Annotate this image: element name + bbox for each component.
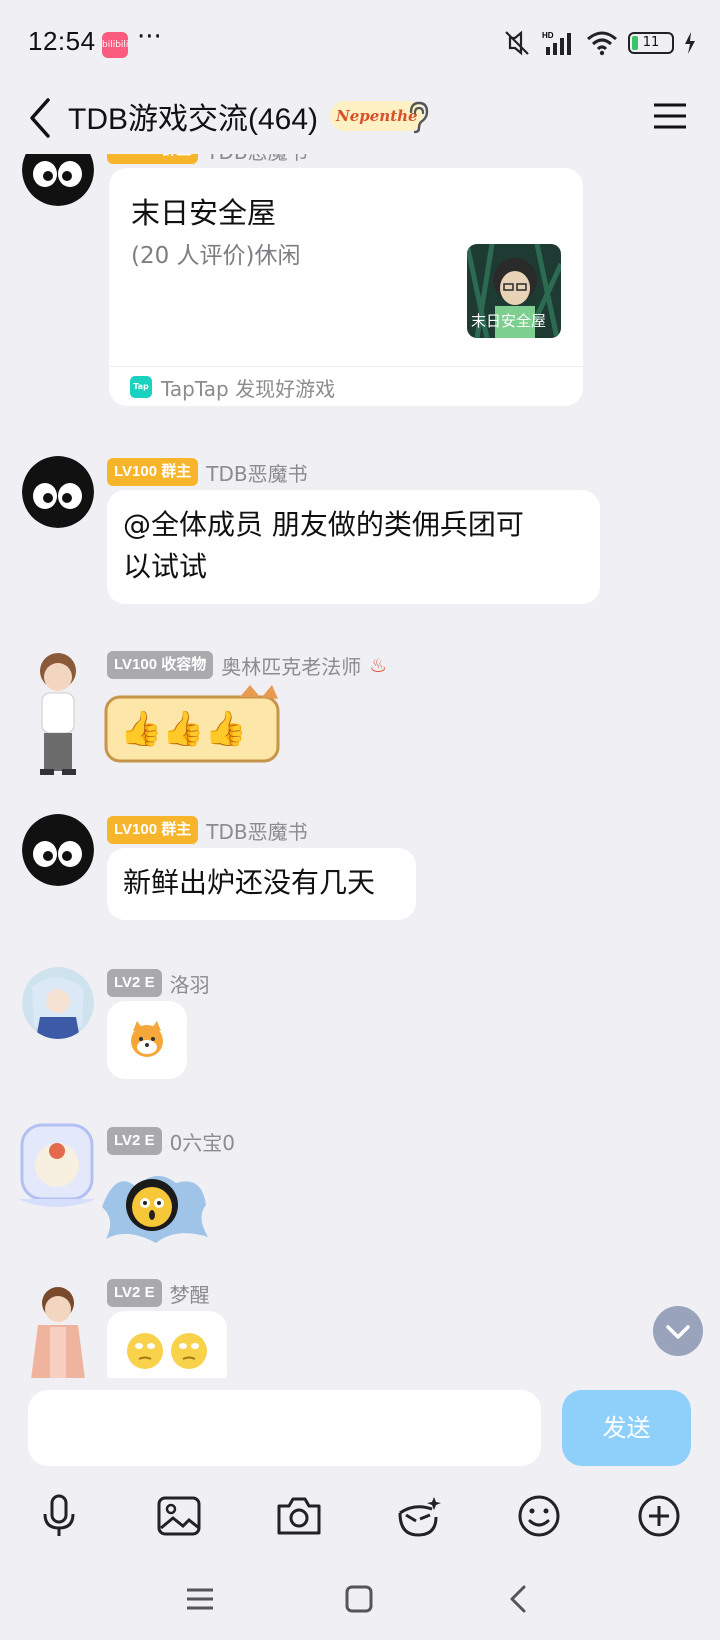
avatar-olympic[interactable]	[22, 649, 94, 779]
sender-name[interactable]: 奥林匹克老法师	[221, 651, 361, 680]
svg-text:末日安全屋: 末日安全屋	[471, 312, 546, 330]
more-button[interactable]	[629, 1486, 689, 1546]
level-badge: LV2 E	[107, 1279, 162, 1307]
menu-lines-icon	[187, 1588, 213, 1610]
owl-icon	[22, 154, 94, 206]
dog-emoji-icon	[131, 1021, 163, 1057]
message-meta: LV2 E 0六宝0	[107, 1127, 235, 1155]
system-nav-bar	[0, 1560, 720, 1640]
card-footer: Tap TapTap 发现好游戏	[109, 366, 583, 406]
ear-icon[interactable]	[406, 100, 430, 134]
status-icons: HD 11	[502, 30, 696, 56]
card-title: 末日安全屋	[131, 196, 277, 230]
wifi-icon	[587, 31, 617, 56]
message-input[interactable]	[28, 1390, 541, 1466]
level-badge: LV2 E	[107, 969, 162, 997]
home-button[interactable]	[334, 1574, 384, 1624]
anime-avatar-icon	[22, 967, 94, 1039]
image-icon	[157, 1496, 201, 1536]
camera-icon	[277, 1497, 321, 1535]
owl-icon	[22, 456, 94, 528]
status-time: 12:54	[28, 26, 96, 56]
input-toolbar	[0, 1480, 720, 1550]
sender-name[interactable]: 洛羽	[170, 969, 210, 998]
send-button[interactable]: 发送	[562, 1390, 691, 1466]
group-title[interactable]: TDB游戏交流(464)	[68, 94, 318, 138]
camera-button[interactable]	[269, 1486, 329, 1546]
message-meta: LV100 群主 TDB恶魔书	[107, 154, 308, 164]
message-meta: LV100 群主 TDB恶魔书	[107, 458, 308, 486]
avatar-liubao[interactable]	[14, 1115, 100, 1211]
avatar-tdb[interactable]	[22, 456, 94, 528]
level-badge: LV100 群主	[107, 154, 199, 164]
character-avatar-icon	[40, 653, 76, 775]
game-thumbnail: 末日安全屋	[467, 244, 561, 338]
chevron-down-icon	[666, 1325, 690, 1339]
magic-face-icon	[398, 1497, 441, 1537]
rolling-eyes-emoji-icon	[127, 1333, 207, 1369]
jar-avatar-icon	[18, 1123, 96, 1207]
chat-header: TDB游戏交流(464) Nepenthe	[0, 84, 720, 154]
game-card[interactable]: 末日安全屋 (20 人评价)休闲 末日安全屋 Tap TapTap 发现好游戏	[109, 168, 583, 406]
avatar-tdb[interactable]	[22, 154, 94, 206]
back-nav-button[interactable]	[493, 1574, 543, 1624]
avatar-mengxing[interactable]	[22, 1283, 94, 1378]
battery-icon: 11	[628, 32, 674, 54]
bilibili-app-icon: bilibili	[102, 32, 128, 58]
message-meta: LV100 群主 TDB恶魔书	[107, 816, 308, 844]
message-meta: LV100 收容物 奥林匹克老法师 ♨	[107, 651, 387, 679]
menu-button[interactable]	[652, 96, 688, 136]
text-bubble[interactable]: @全体成员 朋友做的类佣兵团可 以试试	[107, 490, 600, 604]
level-badge: LV100 群主	[107, 816, 199, 844]
card-subtitle: (20 人评价)休闲	[131, 243, 301, 269]
sticker-text: 👍👍👍	[120, 709, 248, 749]
scroll-to-bottom-button[interactable]	[653, 1306, 703, 1356]
charging-icon	[685, 32, 695, 54]
level-badge: LV100 群主	[107, 458, 199, 486]
back-button[interactable]	[22, 92, 58, 144]
avatar-tdb[interactable]	[22, 814, 94, 886]
message-meta: LV2 E 梦醒	[107, 1279, 210, 1307]
smiley-icon	[518, 1495, 560, 1537]
recent-apps-button[interactable]	[175, 1574, 225, 1624]
square-icon	[345, 1585, 373, 1613]
message-text: @全体成员 朋友做的类佣兵团可	[123, 508, 524, 541]
message-meta: LV2 E 洛羽	[107, 969, 210, 997]
svg-text:HD: HD	[542, 31, 554, 40]
shocked-face-icon	[102, 1175, 208, 1243]
chevron-left-icon	[510, 1585, 526, 1613]
mute-icon	[505, 30, 529, 56]
shocked-sticker[interactable]	[96, 1157, 214, 1249]
emoji-button[interactable]	[509, 1486, 569, 1546]
status-bar: 12:54 bilibili ··· HD 11	[0, 0, 720, 84]
card-source: TapTap 发现好游戏	[161, 377, 336, 401]
emoji-bubble[interactable]	[107, 1001, 187, 1079]
status-more-icon: ···	[137, 22, 162, 52]
sticker-maker-button[interactable]	[389, 1486, 449, 1546]
microphone-icon	[43, 1494, 75, 1536]
text-bubble[interactable]: 新鲜出炉还没有几天	[107, 848, 416, 920]
input-bar: 发送	[0, 1378, 720, 1480]
message-text: 以试试	[123, 550, 208, 583]
image-button[interactable]	[149, 1486, 209, 1546]
fire-icon: ♨	[369, 653, 388, 677]
taptap-icon: Tap	[130, 376, 152, 398]
message-list[interactable]: LV100 群主 TDB恶魔书 末日安全屋 (20 人评价)休闲 末日安全屋 T…	[0, 154, 720, 1378]
signal-icon: HD	[542, 31, 571, 55]
plus-circle-icon	[638, 1495, 680, 1537]
sender-name[interactable]: 0六宝0	[170, 1127, 235, 1156]
sender-name[interactable]: 梦醒	[170, 1279, 210, 1308]
sender-name[interactable]: TDB恶魔书	[206, 816, 307, 845]
owl-icon	[22, 814, 94, 886]
thumbs-sticker[interactable]: 👍👍👍	[100, 685, 286, 769]
character-avatar-icon	[31, 1287, 85, 1378]
level-badge: LV100 收容物	[107, 651, 214, 679]
emoji-bubble[interactable]	[107, 1311, 227, 1378]
avatar-luoyu[interactable]	[22, 967, 94, 1039]
sender-name[interactable]: TDB恶魔书	[206, 154, 307, 165]
voice-button[interactable]	[29, 1486, 89, 1546]
level-badge: LV2 E	[107, 1127, 162, 1155]
sender-name[interactable]: TDB恶魔书	[206, 458, 307, 487]
